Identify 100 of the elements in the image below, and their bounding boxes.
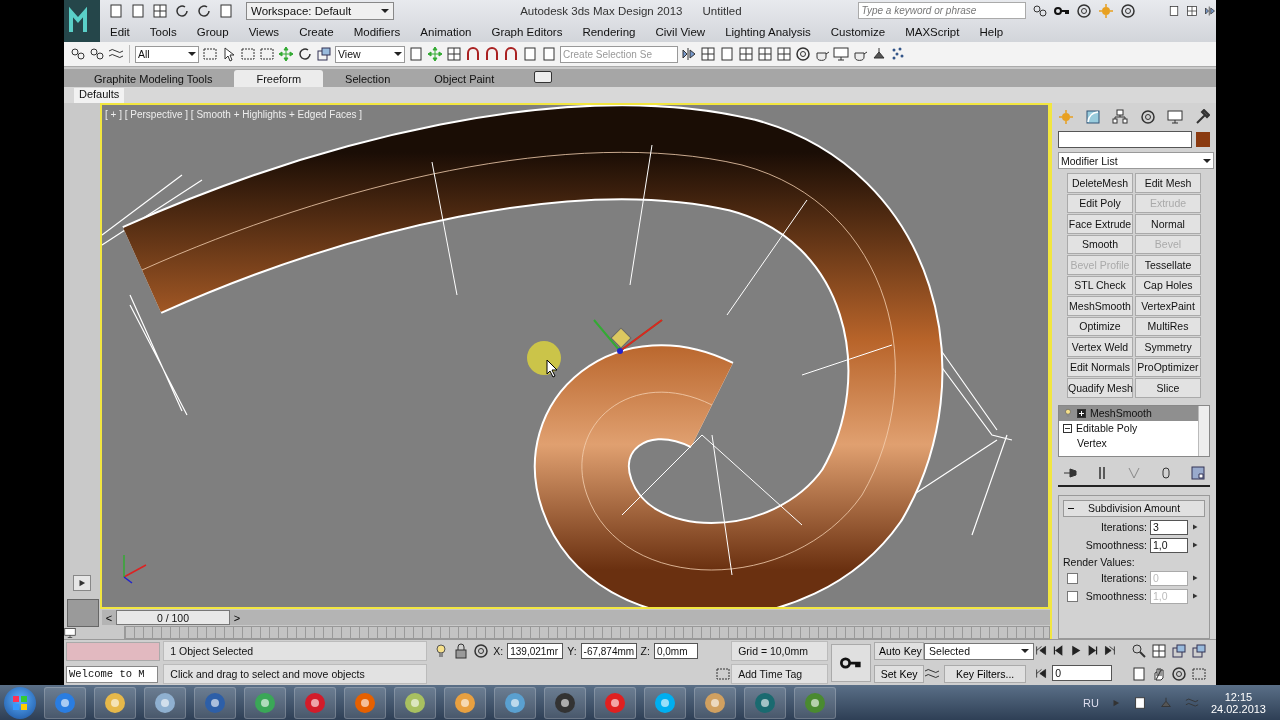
- search-field[interactable]: Type a keyword or phrase: [857, 2, 1026, 19]
- ribbon-tab[interactable]: Selection: [323, 70, 413, 87]
- ribbon-tab[interactable]: Freeform: [234, 70, 324, 87]
- menu-item[interactable]: Graph Editors: [481, 25, 573, 38]
- mirror-icon[interactable]: [681, 46, 697, 62]
- viewport-label[interactable]: [ + ] [ Perspective ] [ Smooth + Highlights + Edged Faces ]: [105, 109, 363, 120]
- taskbar-button[interactable]: [544, 686, 586, 719]
- taskbar-button[interactable]: [594, 686, 636, 719]
- go-to-start-icon[interactable]: [1035, 644, 1049, 657]
- menu-item[interactable]: Help: [969, 25, 1014, 38]
- key-filters-button[interactable]: Key Filters...: [944, 664, 1027, 683]
- script-listener-field[interactable]: Welcome to M: [66, 665, 158, 683]
- spinner-icon[interactable]: [1191, 574, 1199, 582]
- selection-set-field[interactable]: Create Selection Se: [560, 45, 678, 63]
- reference-coordinate-dropdown[interactable]: View: [335, 45, 405, 63]
- menu-item[interactable]: Civil View: [645, 25, 716, 38]
- spinner-icon[interactable]: [1191, 541, 1199, 549]
- value-field[interactable]: 3: [1150, 519, 1188, 535]
- object-color-swatch[interactable]: [1196, 132, 1210, 147]
- rotate-icon[interactable]: [297, 46, 313, 62]
- menu-item[interactable]: Group: [186, 25, 239, 38]
- z-coordinate-field[interactable]: 0,0mm: [653, 643, 698, 660]
- modifier-button[interactable]: Slice: [1135, 378, 1201, 398]
- configure-sets-icon[interactable]: [1190, 464, 1206, 481]
- lamp-icon[interactable]: [871, 46, 887, 62]
- modifier-button[interactable]: VertexPaint: [1135, 296, 1201, 316]
- modifier-button[interactable]: Cap Holes: [1135, 275, 1201, 295]
- modify-tab-icon[interactable]: [1085, 109, 1102, 125]
- taskbar-button[interactable]: [694, 686, 736, 719]
- display-tab-icon[interactable]: [1166, 109, 1183, 125]
- add-time-tag[interactable]: Add Time Tag: [731, 663, 829, 684]
- selection-filter-dropdown[interactable]: All: [135, 45, 199, 63]
- language-indicator[interactable]: RU: [1083, 696, 1099, 709]
- menu-item[interactable]: Create: [289, 25, 344, 38]
- time-slider-thumb[interactable]: 0 / 100: [116, 610, 230, 625]
- ribbon-tab[interactable]: Graphite Modeling Tools: [72, 70, 235, 87]
- modifier-button[interactable]: Tessellate: [1135, 255, 1201, 275]
- clock-date[interactable]: 24.02.2013: [1210, 702, 1266, 715]
- taskbar-button[interactable]: [144, 686, 186, 719]
- menu-item[interactable]: Animation: [410, 25, 482, 38]
- set-key-button[interactable]: Set Key: [874, 664, 925, 683]
- ribbon-panel-tab[interactable]: Defaults: [74, 88, 125, 103]
- stack-item[interactable]: Editable Poly: [1059, 420, 1198, 436]
- taskbar-button[interactable]: [794, 686, 836, 719]
- modifier-button[interactable]: STL Check: [1067, 275, 1133, 295]
- taskbar-button[interactable]: [244, 686, 286, 719]
- select-by-name-icon[interactable]: [221, 46, 237, 62]
- menu-item[interactable]: Rendering: [572, 25, 646, 38]
- track-bar[interactable]: [124, 626, 1050, 639]
- modifier-button[interactable]: Quadify Mesh: [1067, 378, 1133, 398]
- menu-item[interactable]: Modifiers: [343, 25, 411, 38]
- app-logo[interactable]: [64, 0, 100, 42]
- new-file-icon[interactable]: [108, 2, 124, 19]
- modifier-button[interactable]: MeshSmooth: [1067, 296, 1133, 316]
- stack-item[interactable]: MeshSmooth: [1059, 405, 1198, 421]
- percent-snap-icon[interactable]: [503, 46, 519, 62]
- taskbar-button[interactable]: [394, 686, 436, 719]
- rollout-header[interactable]: Subdivision Amount: [1063, 499, 1205, 517]
- menu-item[interactable]: Tools: [139, 25, 187, 38]
- hierarchy-tab-icon[interactable]: [1112, 109, 1129, 125]
- previous-frame-button[interactable]: <: [102, 611, 116, 624]
- modifier-button[interactable]: Normal: [1135, 214, 1201, 234]
- modifier-button[interactable]: Edit Normals: [1067, 357, 1133, 377]
- modifier-button[interactable]: Smooth: [1067, 234, 1133, 254]
- modifier-button[interactable]: DeleteMesh: [1067, 173, 1133, 193]
- expand-track-button[interactable]: [73, 575, 91, 591]
- scrollbar[interactable]: [1198, 405, 1209, 456]
- light-bulb-icon[interactable]: [1063, 408, 1073, 418]
- expand-toggle-icon[interactable]: [1063, 423, 1072, 433]
- key-mode-dropdown[interactable]: Selected: [924, 642, 1035, 660]
- rendered-frame-icon[interactable]: [833, 46, 849, 62]
- ribbon-options-icon[interactable]: [534, 71, 553, 83]
- auto-key-button[interactable]: Auto Key: [874, 642, 925, 661]
- object-name-field[interactable]: [1058, 131, 1192, 148]
- zoom-icon[interactable]: [1130, 643, 1147, 660]
- taskbar-button[interactable]: [744, 686, 786, 719]
- menu-item[interactable]: MAXScript: [895, 25, 970, 38]
- link-icon[interactable]: [70, 46, 86, 62]
- start-button[interactable]: [4, 686, 36, 719]
- next-frame-button[interactable]: >: [230, 611, 244, 624]
- angle-snap-icon[interactable]: [484, 46, 500, 62]
- spinner-icon[interactable]: [1191, 523, 1199, 531]
- taskbar-button[interactable]: [194, 686, 236, 719]
- value-field[interactable]: 1,0: [1150, 537, 1188, 553]
- modifier-button[interactable]: ProOptimizer: [1135, 357, 1201, 377]
- modifier-list-dropdown[interactable]: Modifier List: [1058, 152, 1214, 169]
- unlink-icon[interactable]: [89, 46, 105, 62]
- menu-item[interactable]: Views: [238, 25, 290, 38]
- modifier-button[interactable]: MultiRes: [1135, 316, 1201, 336]
- lock-icon[interactable]: [453, 643, 470, 660]
- modifier-button[interactable]: Symmetry: [1135, 337, 1201, 357]
- taskbar-button[interactable]: [644, 686, 686, 719]
- undo-icon[interactable]: [174, 2, 190, 19]
- taskbar-button[interactable]: [444, 686, 486, 719]
- clock-time[interactable]: 12:15: [1224, 690, 1253, 703]
- taskbar-button[interactable]: [344, 686, 386, 719]
- stack-item[interactable]: Vertex: [1059, 435, 1198, 451]
- menu-item[interactable]: Edit: [100, 25, 140, 38]
- modifier-button[interactable]: Edit Mesh: [1135, 173, 1201, 193]
- play-icon[interactable]: [1069, 644, 1083, 657]
